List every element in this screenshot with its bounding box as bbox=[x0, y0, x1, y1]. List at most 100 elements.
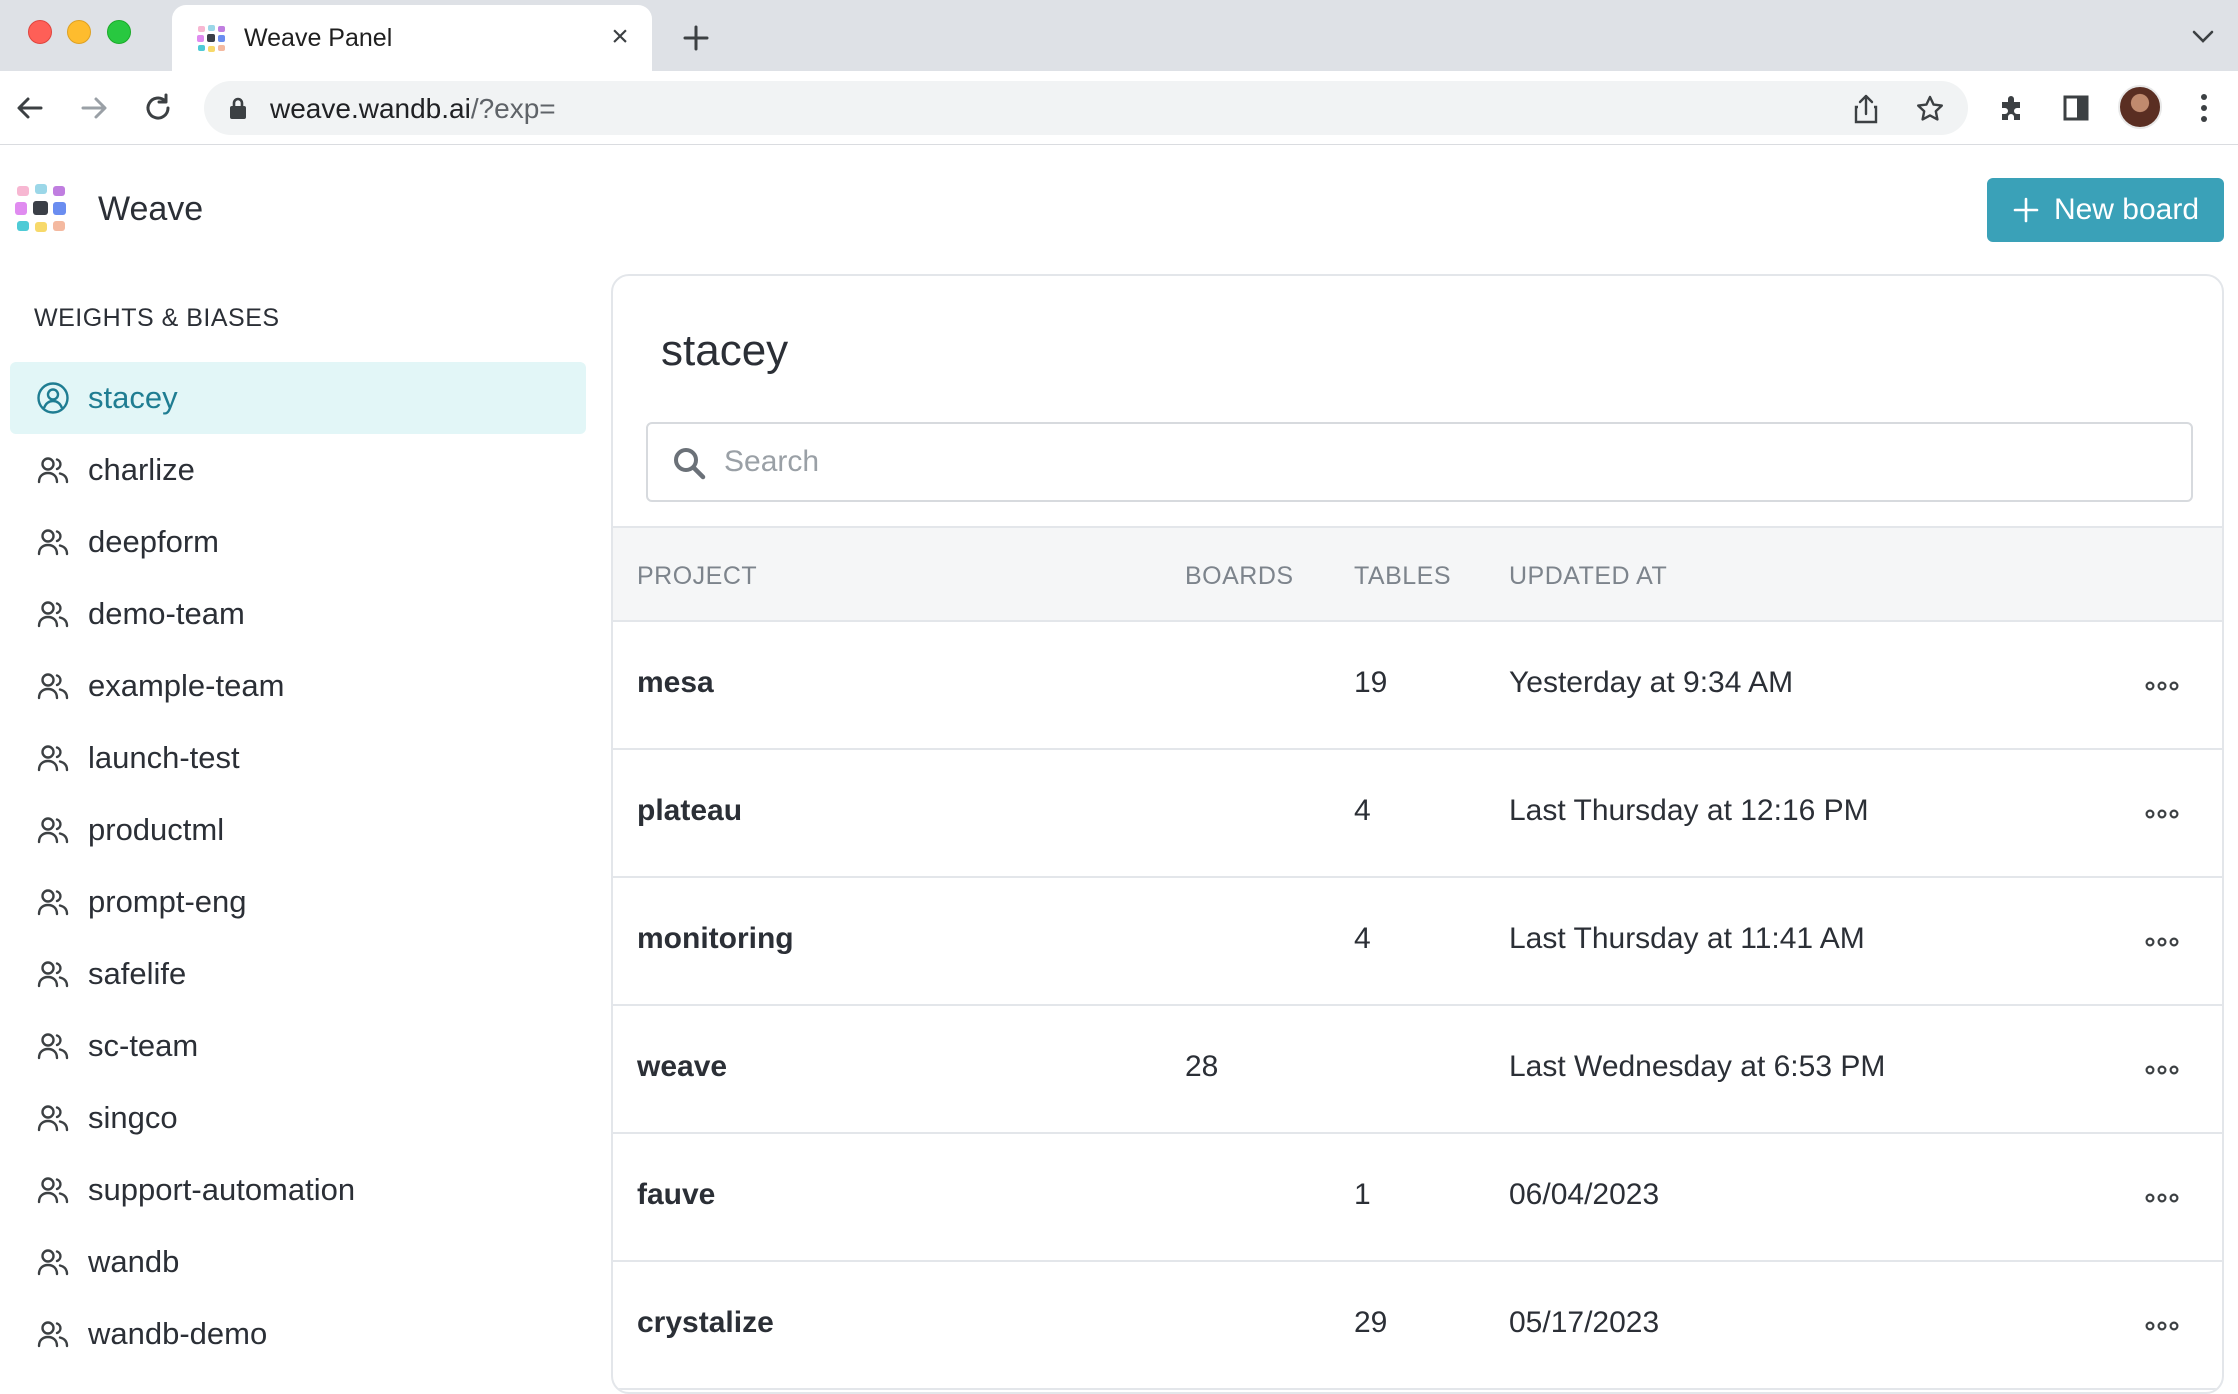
more-options-icon[interactable] bbox=[2142, 1178, 2182, 1218]
browser-tab[interactable]: Weave Panel × bbox=[172, 5, 652, 71]
column-header-tables[interactable]: TABLES bbox=[1354, 562, 1451, 591]
tab-close-icon[interactable]: × bbox=[602, 19, 638, 55]
project-name[interactable]: mesa bbox=[637, 666, 714, 700]
table-row[interactable]: plateau 4 Last Thursday at 12:16 PM bbox=[613, 750, 2222, 878]
tables-count: 1 bbox=[1354, 1178, 1371, 1211]
url-text: weave.wandb.ai/?exp= bbox=[270, 93, 556, 124]
reload-icon[interactable] bbox=[138, 88, 178, 128]
sidebar-heading: WEIGHTS & BIASES bbox=[34, 304, 280, 332]
project-name[interactable]: plateau bbox=[637, 794, 742, 828]
sidebar-item-label: support-automation bbox=[88, 1172, 356, 1207]
sidebar-item-launch-test[interactable]: launch-test bbox=[10, 722, 586, 794]
maximize-window-button[interactable] bbox=[107, 20, 131, 44]
sidebar-item-label: deepform bbox=[88, 524, 219, 559]
sidebar-item-deepform[interactable]: deepform bbox=[10, 506, 586, 578]
sidebar-item-label: sc-team bbox=[88, 1028, 199, 1063]
new-tab-icon[interactable] bbox=[676, 18, 716, 58]
sidebar-item-stacey[interactable]: stacey bbox=[10, 362, 586, 434]
table-row[interactable]: monitoring 4 Last Thursday at 11:41 AM bbox=[613, 878, 2222, 1006]
page-title: stacey bbox=[661, 326, 789, 375]
address-bar[interactable]: weave.wandb.ai/?exp= bbox=[204, 81, 1968, 135]
table-row[interactable]: mesa 19 Yesterday at 9:34 AM bbox=[613, 622, 2222, 750]
more-options-icon[interactable] bbox=[2142, 666, 2182, 706]
minimize-window-button[interactable] bbox=[67, 20, 91, 44]
sidebar-item-label: demo-team bbox=[88, 596, 245, 631]
sidebar-entity-list: stacey charlize deepform demo-team example-t… bbox=[10, 362, 586, 1370]
back-arrow-icon[interactable] bbox=[10, 88, 50, 128]
column-header-boards[interactable]: BOARDS bbox=[1185, 562, 1294, 591]
table-header: PROJECT BOARDS TABLES UPDATED AT bbox=[613, 526, 2222, 622]
sidebar-item-productml[interactable]: productml bbox=[10, 794, 586, 866]
share-icon[interactable] bbox=[1850, 93, 1882, 125]
team-icon bbox=[36, 1029, 70, 1063]
team-icon bbox=[36, 1317, 70, 1351]
weave-logo-icon[interactable] bbox=[14, 182, 70, 238]
profile-avatar[interactable] bbox=[2118, 85, 2162, 129]
lock-icon bbox=[230, 97, 246, 119]
search-box bbox=[646, 422, 2193, 502]
updated-at: Last Thursday at 11:41 AM bbox=[1509, 922, 1865, 955]
table-row[interactable]: weave 28 Last Wednesday at 6:53 PM bbox=[613, 1006, 2222, 1134]
weave-favicon-icon bbox=[197, 25, 225, 52]
sidebar-item-demo-team[interactable]: demo-team bbox=[10, 578, 586, 650]
tables-count: 19 bbox=[1354, 666, 1388, 699]
sidebar-item-label: example-team bbox=[88, 668, 285, 703]
team-icon bbox=[36, 741, 70, 775]
browser-menu-icon[interactable] bbox=[2184, 88, 2224, 128]
projects-panel: stacey PROJECT BOARDS TABLES UPDATED AT … bbox=[611, 274, 2224, 1394]
team-icon bbox=[36, 597, 70, 631]
sidebar-item-support-automation[interactable]: support-automation bbox=[10, 1154, 586, 1226]
new-board-label: New board bbox=[2053, 193, 2200, 226]
sidebar-item-wandb[interactable]: wandb bbox=[10, 1226, 586, 1298]
tables-count: 4 bbox=[1354, 794, 1371, 827]
sidebar-item-label: safelife bbox=[88, 956, 187, 991]
sidebar-item-example-team[interactable]: example-team bbox=[10, 650, 586, 722]
sidebar-item-label: launch-test bbox=[88, 740, 240, 775]
team-icon bbox=[36, 885, 70, 919]
table-row[interactable]: crystalize 29 05/17/2023 bbox=[613, 1262, 2222, 1390]
team-icon bbox=[36, 1173, 70, 1207]
search-input[interactable] bbox=[724, 434, 2164, 490]
project-name[interactable]: weave bbox=[637, 1050, 727, 1084]
sidebar-item-sc-team[interactable]: sc-team bbox=[10, 1010, 586, 1082]
table-body: mesa 19 Yesterday at 9:34 AM plateau 4 Last T… bbox=[613, 622, 2222, 1390]
team-icon bbox=[36, 1245, 70, 1279]
app-name: Weave bbox=[98, 190, 204, 228]
forward-arrow-icon[interactable] bbox=[74, 88, 114, 128]
team-icon bbox=[36, 1101, 70, 1135]
extensions-puzzle-icon[interactable] bbox=[1992, 88, 2032, 128]
sidebar-item-charlize[interactable]: charlize bbox=[10, 434, 586, 506]
user-circle-icon bbox=[36, 381, 70, 415]
project-name[interactable]: fauve bbox=[637, 1178, 715, 1212]
sidebar-item-label: wandb-demo bbox=[88, 1316, 268, 1351]
tables-count: 4 bbox=[1354, 922, 1371, 955]
project-name[interactable]: monitoring bbox=[637, 922, 794, 956]
bookmark-star-icon[interactable] bbox=[1914, 93, 1946, 125]
browser-tab-bar: Weave Panel × bbox=[0, 0, 2238, 71]
more-options-icon[interactable] bbox=[2142, 794, 2182, 834]
sidebar-item-prompt-eng[interactable]: prompt-eng bbox=[10, 866, 586, 938]
column-header-updated-at[interactable]: UPDATED AT bbox=[1509, 562, 1667, 591]
team-icon bbox=[36, 525, 70, 559]
chevron-down-icon[interactable] bbox=[2188, 22, 2218, 52]
sidebar-item-safelife[interactable]: safelife bbox=[10, 938, 586, 1010]
more-options-icon[interactable] bbox=[2142, 922, 2182, 962]
tab-title: Weave Panel bbox=[244, 24, 393, 52]
updated-at: 05/17/2023 bbox=[1509, 1306, 1660, 1339]
browser-toolbar: weave.wandb.ai/?exp= bbox=[0, 71, 2238, 145]
column-header-project[interactable]: PROJECT bbox=[637, 562, 757, 591]
new-board-button[interactable]: New board bbox=[1987, 178, 2224, 242]
sidebar-item-label: singco bbox=[88, 1100, 178, 1135]
table-row[interactable]: fauve 1 06/04/2023 bbox=[613, 1134, 2222, 1262]
plus-icon bbox=[2013, 197, 2039, 223]
more-options-icon[interactable] bbox=[2142, 1306, 2182, 1346]
more-options-icon[interactable] bbox=[2142, 1050, 2182, 1090]
close-window-button[interactable] bbox=[28, 20, 52, 44]
sidebar-item-label: productml bbox=[88, 812, 225, 847]
project-name[interactable]: crystalize bbox=[637, 1306, 774, 1340]
side-panel-icon[interactable] bbox=[2056, 88, 2096, 128]
sidebar-item-singco[interactable]: singco bbox=[10, 1082, 586, 1154]
team-icon bbox=[36, 453, 70, 487]
sidebar-item-wandb-demo[interactable]: wandb-demo bbox=[10, 1298, 586, 1370]
sidebar-item-label: charlize bbox=[88, 452, 195, 487]
